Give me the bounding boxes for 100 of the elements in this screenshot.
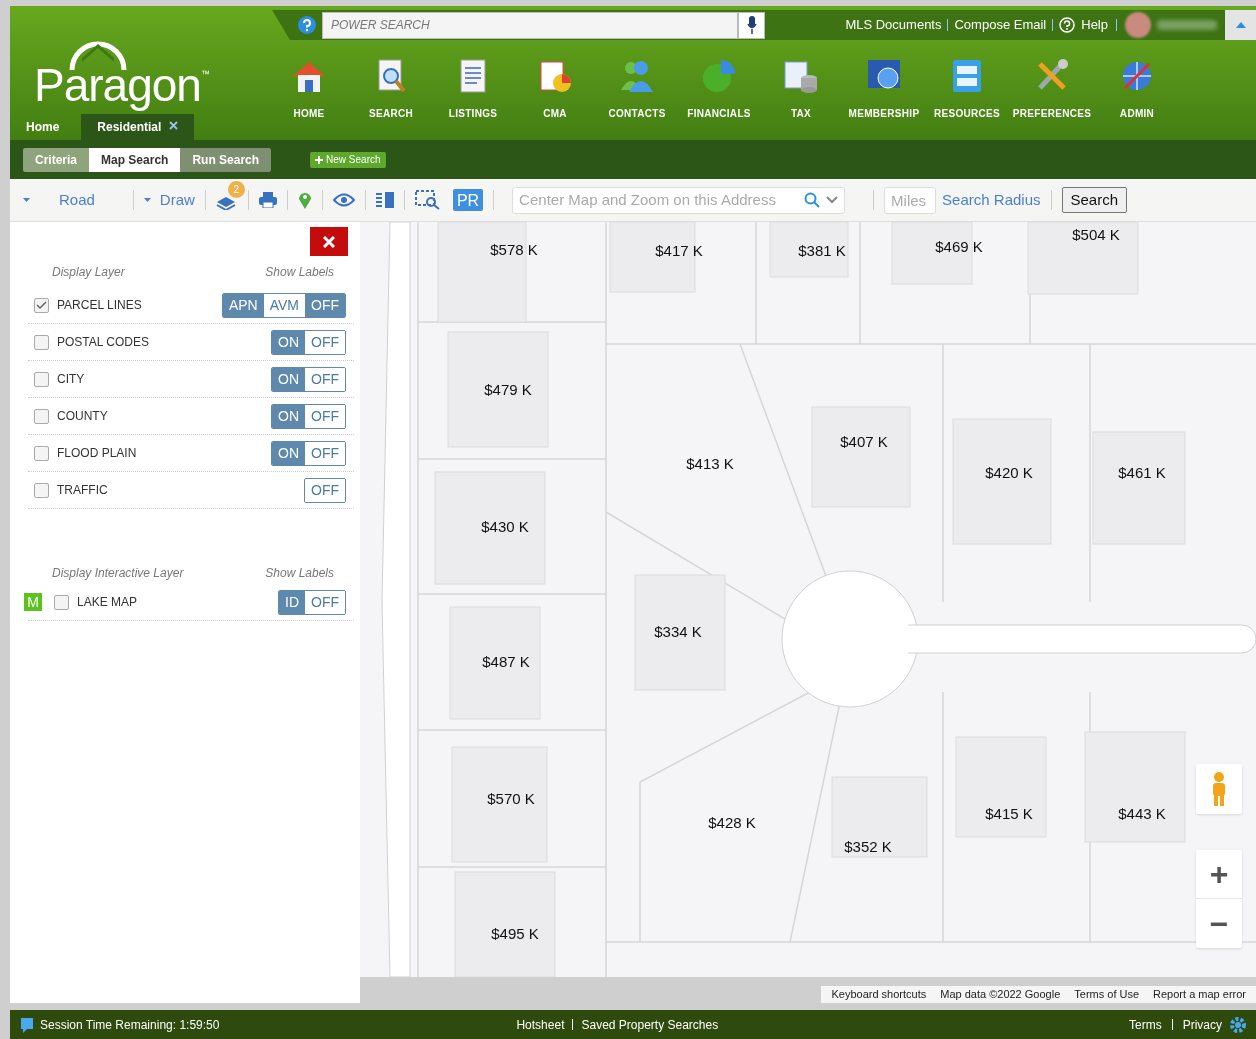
chevron-down-icon[interactable] (826, 196, 839, 204)
microphone-button[interactable] (738, 11, 765, 39)
price-label: $479 K (484, 379, 532, 400)
price-label: $430 K (481, 516, 529, 537)
search-radius-link[interactable]: Search Radius (942, 188, 1041, 212)
checkbox[interactable] (34, 371, 49, 387)
subtab[interactable]: Run Search (180, 147, 272, 172)
zoom-area-icon[interactable] (414, 190, 441, 210)
map-type-button[interactable]: Road (59, 188, 95, 212)
map-attribution-link[interactable]: Report a map error (1153, 986, 1246, 1003)
price-label: $495 K (491, 923, 539, 944)
nav-link[interactable]: RESOURCES (933, 106, 1000, 121)
caret-icon[interactable] (23, 198, 30, 202)
nav-link[interactable]: MEMBERSHIP (848, 106, 920, 121)
price-label: $461 K (1118, 462, 1166, 483)
caret-icon[interactable] (143, 198, 151, 202)
header-link[interactable]: Help (1081, 15, 1108, 35)
tab[interactable]: Home (10, 114, 68, 140)
address-search-field[interactable]: Center Map and Zoom on this Address (512, 186, 846, 214)
price-label: $413 K (686, 453, 734, 474)
price-label: $504 K (1072, 224, 1120, 245)
nav-link[interactable]: CONTACTS (608, 106, 666, 121)
eye-icon[interactable] (332, 193, 355, 207)
pr-button[interactable]: PR (452, 189, 484, 211)
person-icon[interactable] (1211, 772, 1227, 806)
nav-link[interactable]: HOME (293, 106, 325, 121)
checkbox[interactable] (34, 445, 49, 461)
price-label: $334 K (654, 621, 702, 642)
toggle-option[interactable]: ID (279, 590, 305, 614)
map-attribution-link[interactable]: Keyboard shortcuts (831, 986, 927, 1003)
nav-link[interactable]: CMA (543, 106, 567, 121)
toggle-option[interactable]: OFF (305, 293, 345, 317)
price-label: $487 K (482, 651, 530, 672)
layers-icon[interactable] (215, 194, 236, 210)
layer-badge: M (24, 593, 42, 611)
price-label: $443 K (1118, 803, 1166, 824)
collapse-icon[interactable] (1235, 22, 1246, 28)
count-badge: 2 (227, 181, 245, 198)
footer-link[interactable]: Privacy (1182, 1015, 1222, 1034)
column-heading: Show Labels (265, 264, 334, 281)
help-icon[interactable] (298, 16, 316, 34)
nav-link[interactable]: SEARCH (369, 106, 413, 121)
header-link[interactable]: MLS Documents (845, 15, 942, 35)
search-icon[interactable] (804, 192, 821, 208)
column-heading: Show Labels (265, 565, 334, 582)
miles-field[interactable]: Miles (884, 186, 937, 214)
price-label: $415 K (985, 803, 1033, 824)
nav-link[interactable]: LISTINGS (448, 106, 498, 121)
zoom-in-button[interactable]: + (1196, 850, 1242, 899)
checkbox[interactable] (34, 297, 49, 313)
nav-link[interactable]: PREFERENCES (1012, 106, 1092, 121)
toggle-option[interactable]: ON (272, 404, 305, 428)
footer-link[interactable]: Saved Property Searches (581, 1015, 719, 1034)
checkbox[interactable] (34, 482, 49, 498)
draw-button[interactable]: Draw (159, 188, 195, 212)
close-button[interactable] (310, 227, 348, 256)
nav-link[interactable]: FINANCIALS (687, 106, 751, 121)
toggle-option[interactable]: APN (222, 293, 264, 317)
footer-link[interactable]: Terms (1129, 1015, 1162, 1034)
layer-name: TRAFFIC (57, 482, 108, 499)
printer-icon[interactable] (258, 192, 277, 208)
layer-name: LAKE MAP (77, 594, 138, 611)
toggle-option[interactable]: OFF (305, 478, 345, 502)
price-label: $381 K (798, 240, 846, 261)
avatar[interactable] (1125, 12, 1151, 38)
layer-name: COUNTY (57, 408, 108, 425)
checkbox[interactable] (34, 334, 49, 350)
nav-link[interactable]: ADMIN (1119, 106, 1155, 121)
power-search-field[interactable]: POWER SEARCH (322, 11, 738, 39)
microphone-icon (746, 16, 757, 34)
price-label: $469 K (935, 236, 983, 257)
checkbox[interactable] (34, 408, 49, 424)
session-timer: Session Time Remaining: 1:59:50 (40, 1016, 220, 1034)
close-icon[interactable] (169, 121, 179, 130)
new-search-button[interactable]: New Search (310, 151, 386, 168)
map-attribution-link[interactable]: Map data ©2022 Google (940, 986, 1061, 1003)
subtab[interactable]: Map Search (89, 147, 181, 172)
session-icon[interactable] (20, 1016, 34, 1033)
price-label: $352 K (844, 836, 892, 857)
price-label: $417 K (655, 240, 703, 261)
list-columns-icon[interactable] (375, 192, 394, 208)
layer-name: POSTAL CODES (57, 334, 150, 351)
map-attribution-link[interactable]: Terms of Use (1074, 986, 1140, 1003)
nav-link[interactable]: TAX (790, 106, 812, 121)
gear-icon[interactable] (1230, 1016, 1246, 1033)
footer-link[interactable]: Hotsheet (516, 1015, 565, 1034)
map-pin-icon[interactable] (297, 191, 312, 209)
header-link[interactable]: Compose Email (954, 15, 1047, 35)
checkbox[interactable] (54, 594, 69, 610)
tab[interactable]: Residential (81, 114, 195, 140)
help-icon[interactable] (1059, 17, 1076, 33)
layer-name: FLOOD PLAIN (57, 445, 137, 462)
layer-name: CITY (57, 371, 85, 388)
zoom-out-button[interactable]: − (1196, 899, 1242, 948)
price-label: $428 K (708, 812, 756, 833)
toggle-option[interactable]: ON (272, 330, 305, 354)
toggle-option[interactable]: ON (272, 441, 305, 465)
price-label: $578 K (490, 239, 538, 260)
search-button[interactable]: Search (1061, 187, 1128, 213)
toggle-option[interactable]: ON (272, 367, 305, 391)
